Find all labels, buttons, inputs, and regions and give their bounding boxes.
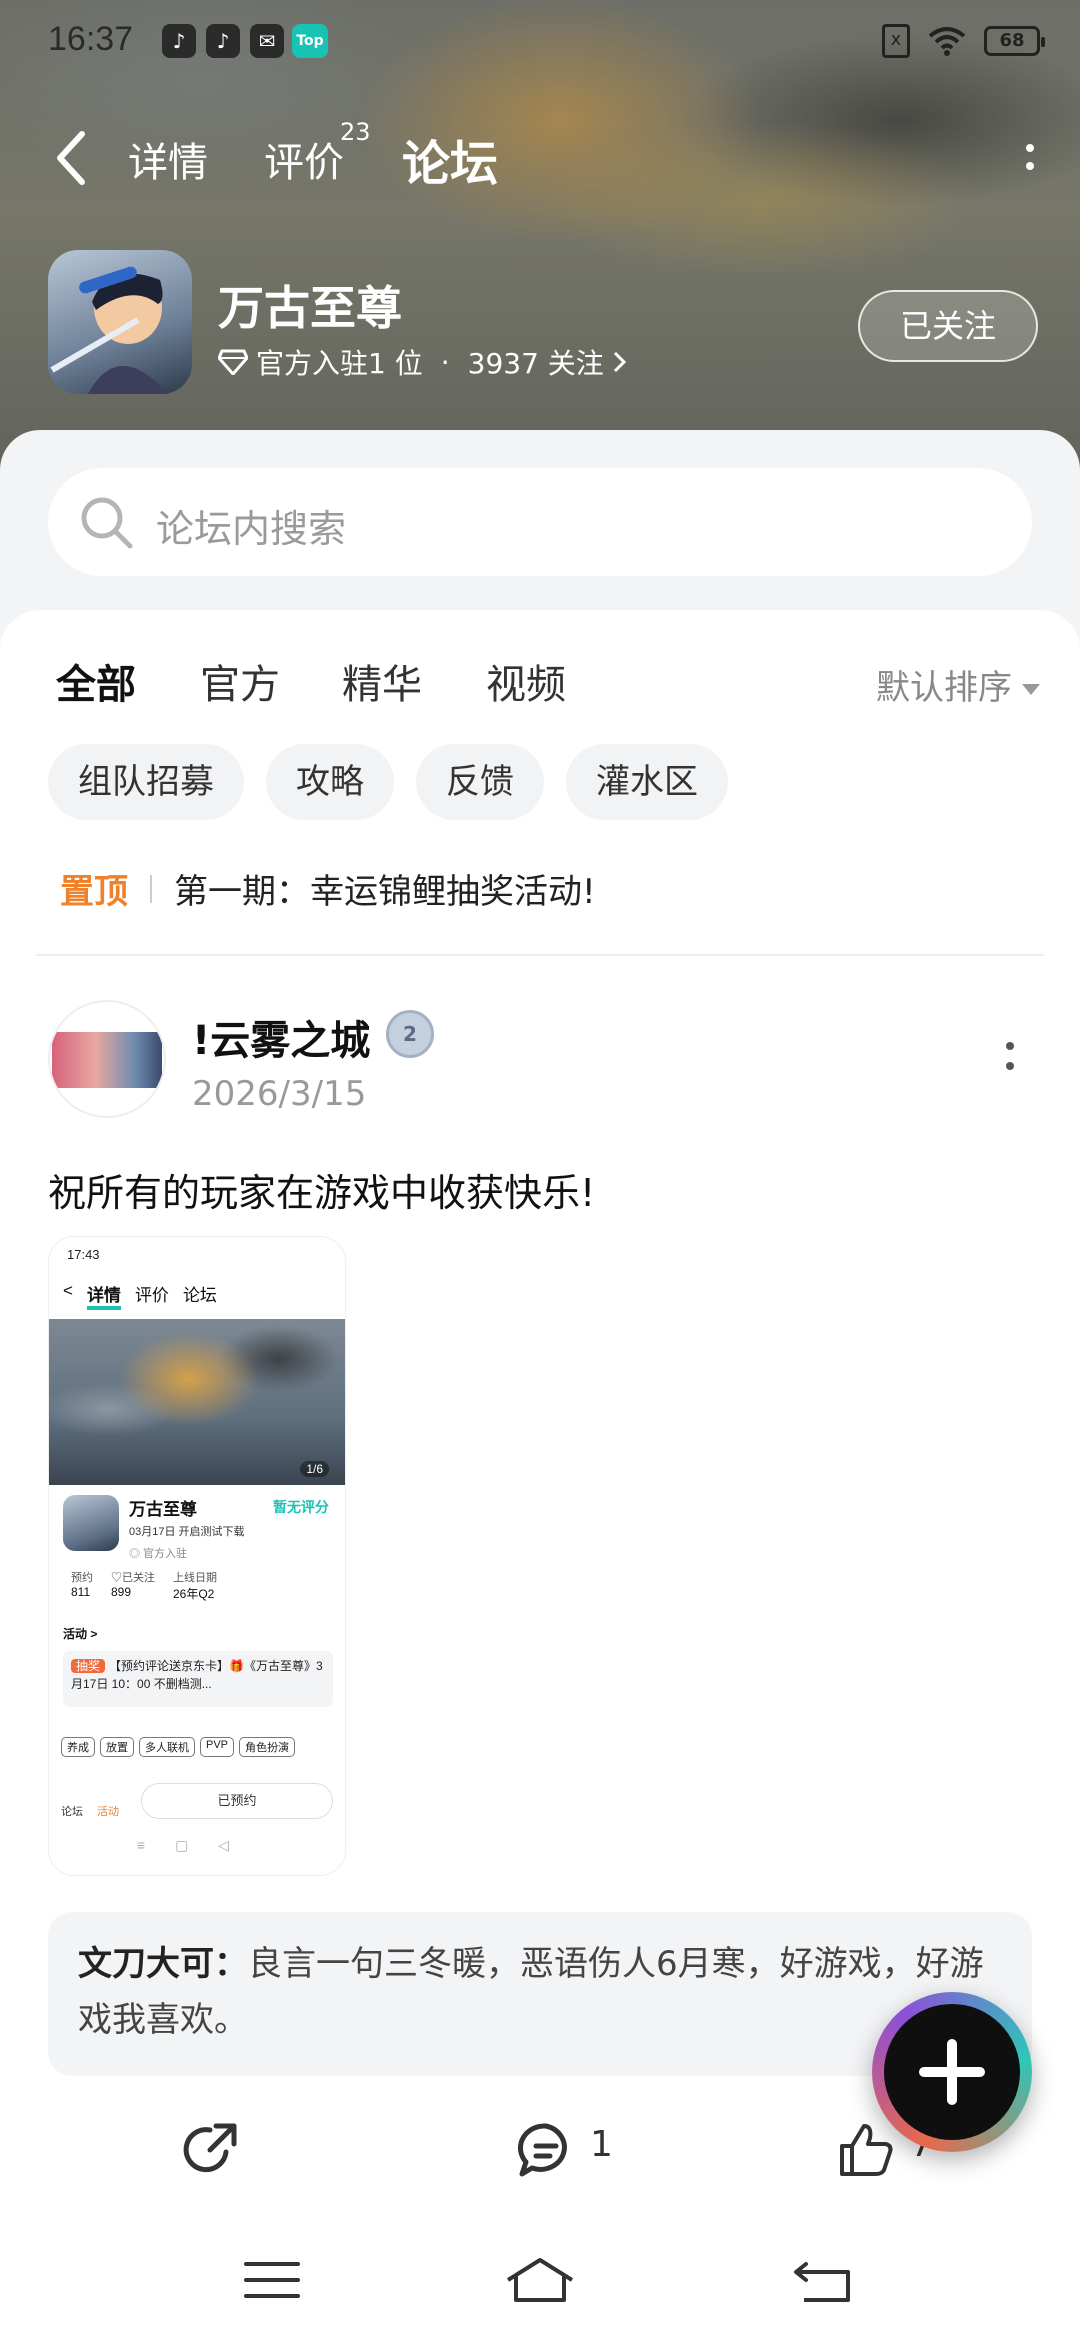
create-post-button[interactable] <box>872 1992 1032 2152</box>
system-nav-bar <box>0 2210 1080 2340</box>
thumb-stat: 上线日期 26年Q2 <box>173 1572 217 1601</box>
follower-count: 3937 关注 <box>467 347 604 380</box>
chip-team-recruit[interactable]: 组队招募 <box>48 744 244 820</box>
tiktok-notification-icon: ♪ <box>162 24 196 58</box>
menu-icon[interactable] <box>232 2250 312 2310</box>
filter-tab-all-label: 全部 <box>56 662 136 708</box>
thumb-tab-details: 详情 <box>86 1281 121 1310</box>
thumb-game-icon <box>63 1495 119 1551</box>
chip-chat[interactable]: 灌水区 <box>566 744 728 820</box>
game-info: 万古至尊 官方入驻1 位 · 3937 关注 已关注 <box>48 250 1038 400</box>
top-nav: 详情 评价 23 论坛 <box>0 110 1080 210</box>
dot-icon <box>1006 1042 1014 1050</box>
comment-icon[interactable] <box>516 2120 576 2180</box>
thumb-stat: 预约 811 <box>71 1572 93 1599</box>
status-bar: 16:37 ♪ ♪ ✉ Top x 68 <box>0 0 1080 80</box>
thumb-back-icon: < <box>63 1281 73 1300</box>
game-header-banner: 16:37 ♪ ♪ ✉ Top x 68 详情 评价 23 论坛 万古至尊 官方… <box>0 0 1080 470</box>
comment-count: 1 <box>590 2124 613 2165</box>
status-right: x 68 <box>882 24 1045 58</box>
diamond-icon <box>218 349 248 375</box>
category-chips: 组队招募 攻略 反馈 灌水区 <box>48 744 728 820</box>
post-text[interactable]: 祝所有的玩家在游戏中收获快乐! <box>48 1162 595 1217</box>
chip-guides[interactable]: 攻略 <box>266 744 394 820</box>
forum-content: 全部 官方 精华 视频 默认排序 组队招募 攻略 反馈 灌水区 置顶 第一期：幸… <box>0 610 1080 2210</box>
top-notification-icon: Top <box>292 24 328 58</box>
tab-details[interactable]: 详情 <box>128 130 208 188</box>
filter-tab-video[interactable]: 视频 <box>486 652 566 710</box>
sort-dropdown[interactable]: 默认排序 <box>876 660 1040 709</box>
section-divider <box>36 954 1044 956</box>
share-icon[interactable] <box>180 2120 240 2180</box>
meta-separator: · <box>440 345 450 379</box>
dot-icon <box>1026 162 1034 170</box>
reviews-count-badge: 23 <box>340 118 371 146</box>
back-arrow-icon[interactable] <box>48 128 98 188</box>
game-character-art <box>50 266 168 394</box>
forum-search-input[interactable]: 论坛内搜索 <box>48 468 1032 576</box>
app-notification-icon: ✉ <box>250 24 284 58</box>
thumb-tab-forum: 论坛 <box>182 1286 217 1305</box>
home-icon[interactable] <box>500 2250 580 2310</box>
thumb-no-score: 暂无评分 <box>273 1499 329 1515</box>
dot-icon <box>1026 144 1034 152</box>
chip-feedback[interactable]: 反馈 <box>416 744 544 820</box>
search-section: 论坛内搜索 <box>0 430 1080 630</box>
thumb-bottom-bar: 论坛 活动 已预约 <box>61 1783 337 1823</box>
thumb-activity: 活动 > <box>63 1627 98 1641</box>
thumb-status-time: 17:43 <box>67 1247 100 1262</box>
post-more-button[interactable] <box>1002 1042 1018 1082</box>
back-icon[interactable] <box>784 2250 864 2310</box>
pinned-post[interactable]: 置顶 第一期：幸运锦鲤抽奖活动! <box>60 864 596 913</box>
pinned-title: 第一期：幸运锦鲤抽奖活动! <box>174 872 596 912</box>
tab-forum-label: 论坛 <box>402 136 499 192</box>
thumb-tab-reviews: 评价 <box>134 1286 169 1305</box>
pinned-divider <box>150 874 152 903</box>
author-name[interactable]: !云雾之城 <box>192 1008 370 1066</box>
thumb-stats: 预约 811 ♡已关注 899 上线日期 26年Q2 <box>71 1569 217 1602</box>
post-date: 2026/3/15 <box>192 1074 367 1114</box>
game-title: 万古至尊 <box>218 281 402 335</box>
tab-forum[interactable]: 论坛 <box>398 124 503 194</box>
thumb-stat: ♡已关注 899 <box>111 1572 155 1599</box>
search-placeholder: 论坛内搜索 <box>156 507 347 551</box>
tiktok-notification-icon-2: ♪ <box>206 24 240 58</box>
thumb-system-nav: ≡▢◁ <box>136 1837 260 1853</box>
thumb-promo: 抽奖 【预约评论送京东卡】🎁《万古至尊》3月17日 10：00 不删档测... <box>63 1651 333 1707</box>
filter-tabs: 全部 官方 精华 视频 默认排序 <box>0 640 1080 720</box>
filter-tab-featured[interactable]: 精华 <box>342 652 422 710</box>
thumb-subtitle: 03月17日 开启测试下载 <box>129 1526 245 1538</box>
author-avatar[interactable] <box>48 1000 166 1118</box>
official-count: 官方入驻1 位 <box>256 347 423 380</box>
follow-button[interactable]: 已关注 <box>858 290 1038 362</box>
filter-tab-all[interactable]: 全部 <box>56 652 136 710</box>
tab-reviews[interactable]: 评价 <box>264 130 344 188</box>
avatar-image <box>52 1032 162 1088</box>
post-header: !云雾之城 2 2026/3/15 <box>48 1000 1038 1130</box>
thumb-official: ◎ 官方入驻 <box>129 1548 188 1560</box>
plus-icon <box>919 2039 985 2105</box>
pinned-label: 置顶 <box>60 872 128 912</box>
wifi-icon <box>928 27 966 56</box>
chevron-right-icon <box>613 351 626 373</box>
fab-inner <box>884 2004 1020 2140</box>
thumb-page-indicator: 1/6 <box>300 1461 329 1477</box>
filter-tab-official[interactable]: 官方 <box>200 652 280 710</box>
thumb-nav: < 详情 评价 论坛 <box>63 1281 217 1310</box>
battery-icon: 68 <box>984 26 1045 56</box>
sim-icon: x <box>882 24 910 58</box>
thumb-banner <box>49 1319 345 1485</box>
dot-icon <box>1006 1062 1014 1070</box>
level-badge: 2 <box>386 1010 434 1058</box>
thumb-game-name: 万古至尊 <box>129 1500 197 1519</box>
more-menu-button[interactable] <box>1020 140 1040 184</box>
game-meta[interactable]: 官方入驻1 位 · 3937 关注 <box>218 342 628 382</box>
comment-author: 文刀大可： <box>78 1944 248 1984</box>
status-time: 16:37 <box>48 20 134 58</box>
post-image[interactable]: 17:43 < 详情 评价 论坛 1/6 万古至尊 暂无评分 03月17日 开启… <box>48 1236 346 1876</box>
game-icon[interactable] <box>48 250 192 394</box>
search-icon <box>81 497 133 549</box>
thumb-tags: 养成 放置 多人联机 PVP 角色扮演 <box>61 1737 296 1757</box>
